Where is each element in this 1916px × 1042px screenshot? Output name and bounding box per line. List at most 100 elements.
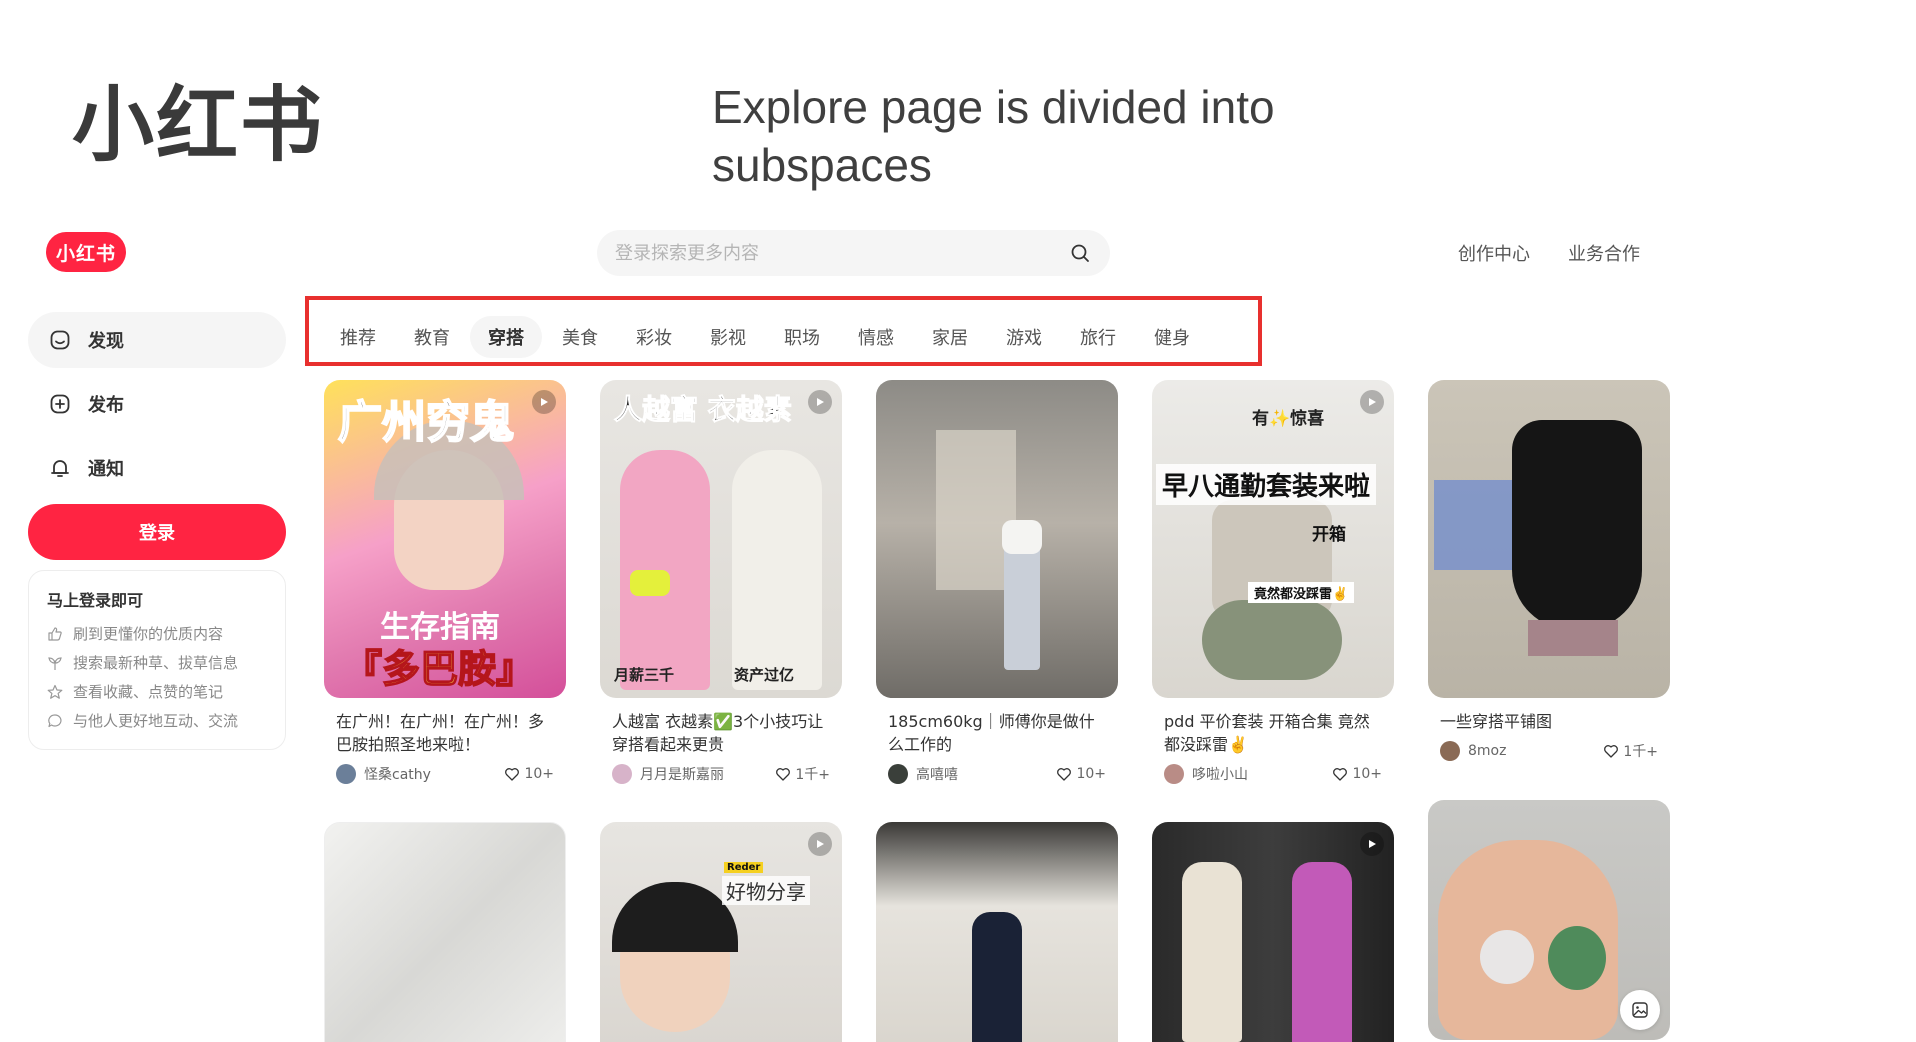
- note-footer: 8moz 1千+: [1428, 741, 1670, 761]
- heart-icon: [1057, 768, 1072, 781]
- sidebar: 发现 发布 通知 登录 马上登录即可 刷到更懂你的优质内容 搜索最新种草、拔草信…: [28, 312, 286, 750]
- note-card[interactable]: 一些穿搭平铺图 8moz 1千+: [1428, 380, 1670, 761]
- tab-home[interactable]: 家居: [914, 316, 986, 358]
- tab-education[interactable]: 教育: [396, 316, 468, 358]
- tab-food[interactable]: 美食: [544, 316, 616, 358]
- author-name: 高嘻嘻: [916, 767, 958, 783]
- note-cover-image[interactable]: [324, 822, 566, 1042]
- login-benefits-card: 马上登录即可 刷到更懂你的优质内容 搜索最新种草、拔草信息 查看收藏、点赞的笔记…: [28, 570, 286, 750]
- tab-travel[interactable]: 旅行: [1062, 316, 1134, 358]
- avatar: [336, 764, 356, 784]
- black-dress-shape: [1512, 420, 1642, 630]
- login-button[interactable]: 登录: [28, 504, 286, 560]
- note-card[interactable]: [1428, 800, 1670, 1040]
- sidebar-item-notification[interactable]: 通知: [28, 440, 286, 496]
- person-figure: [1182, 862, 1242, 1042]
- business-cooperation-link[interactable]: 业务合作: [1568, 240, 1640, 266]
- note-cover-image[interactable]: Reder 好物分享: [600, 822, 842, 1042]
- note-card[interactable]: [1152, 822, 1394, 1042]
- heart-icon: [505, 768, 520, 781]
- author-info[interactable]: 8moz: [1440, 741, 1506, 761]
- author-name: 怪桑cathy: [364, 767, 431, 783]
- note-title[interactable]: 一些穿搭平铺图: [1428, 710, 1670, 733]
- tab-recommend[interactable]: 推荐: [322, 316, 394, 358]
- tab-makeup[interactable]: 彩妆: [618, 316, 690, 358]
- note-title[interactable]: 在广州！在广州！在广州！多巴胺拍照圣地来啦！: [324, 710, 566, 756]
- author-info[interactable]: 怪桑cathy: [336, 764, 431, 784]
- note-footer: 怪桑cathy 10+: [324, 764, 566, 784]
- login-benefit-item: 查看收藏、点赞的笔记: [47, 677, 267, 706]
- cover-overlay-tag: Reder: [724, 862, 764, 873]
- tab-emotion[interactable]: 情感: [840, 316, 912, 358]
- tab-fitness[interactable]: 健身: [1136, 316, 1208, 358]
- note-card[interactable]: 有✨惊喜 早八通勤套装来啦 开箱 竟然都没踩雷✌️ pdd 平价套装 开箱合集 …: [1152, 380, 1394, 784]
- author-info[interactable]: 高嘻嘻: [888, 764, 958, 784]
- discover-icon: [50, 330, 70, 350]
- like-count: 1千+: [795, 767, 830, 783]
- person-figure: [1292, 862, 1352, 1042]
- tab-workplace[interactable]: 职场: [766, 316, 838, 358]
- search-bar: [597, 230, 1110, 276]
- note-cover-image[interactable]: [1428, 380, 1670, 698]
- heart-icon: [1333, 768, 1348, 781]
- like-button[interactable]: 10+: [504, 766, 554, 782]
- author-info[interactable]: 哆啦小山: [1164, 764, 1248, 784]
- note-title[interactable]: 185cm60kg｜师傅你是做什么工作的: [876, 710, 1118, 756]
- cover-overlay-text: 广州穷鬼: [337, 396, 515, 449]
- note-cover-image[interactable]: [876, 380, 1118, 698]
- sidebar-item-discover[interactable]: 发现: [28, 312, 286, 368]
- note-card[interactable]: [876, 822, 1118, 1042]
- note-cover-image[interactable]: [1428, 800, 1670, 1040]
- like-button[interactable]: 1千+: [775, 764, 830, 784]
- note-card[interactable]: [324, 822, 566, 1042]
- note-cover-image[interactable]: 有✨惊喜 早八通勤套装来啦 开箱 竟然都没踩雷✌️: [1152, 380, 1394, 698]
- note-card[interactable]: 185cm60kg｜师傅你是做什么工作的 高嘻嘻 10+: [876, 380, 1118, 784]
- note-cover-image[interactable]: 广州穷鬼 生存指南 『多巴胺』: [324, 380, 566, 698]
- avatar: [612, 764, 632, 784]
- note-cover-image[interactable]: [1152, 822, 1394, 1042]
- note-title[interactable]: pdd 平价套装 开箱合集 竟然都没踩雷✌️: [1152, 710, 1394, 756]
- play-icon: [1360, 832, 1384, 856]
- cover-overlay-text: 开箱: [1312, 525, 1346, 545]
- tab-outfit[interactable]: 穿搭: [470, 316, 542, 358]
- cover-overlay-text: 月薪三千: [614, 666, 675, 684]
- note-card[interactable]: 人越富 衣越素 月薪三千 资产过亿 人越富 衣越素✅3个小技巧让穿搭看起来更贵 …: [600, 380, 842, 784]
- like-count: 10+: [1352, 766, 1382, 782]
- xiaohongshu-logo[interactable]: 小红书: [46, 232, 126, 272]
- author-name: 8moz: [1468, 743, 1507, 759]
- login-benefit-item: 刷到更懂你的优质内容: [47, 619, 267, 648]
- sidebar-item-label: 发现: [88, 331, 124, 352]
- author-name: 哆啦小山: [1192, 767, 1248, 783]
- search-icon[interactable]: [1068, 241, 1092, 265]
- like-button[interactable]: 1千+: [1603, 741, 1658, 761]
- sprout-icon: [48, 656, 62, 670]
- cover-overlay-text: 竟然都没踩雷✌️: [1248, 582, 1355, 603]
- plus-square-icon: [50, 394, 70, 414]
- avatar: [1164, 764, 1184, 784]
- tab-film[interactable]: 影视: [692, 316, 764, 358]
- note-title[interactable]: 人越富 衣越素✅3个小技巧让穿搭看起来更贵: [600, 710, 842, 756]
- tote-bag-shape: [1434, 480, 1520, 570]
- person-figure: [972, 912, 1022, 1042]
- like-button[interactable]: 10+: [1056, 766, 1106, 782]
- author-info[interactable]: 月月是斯嘉丽: [612, 764, 724, 784]
- cover-overlay-text: 有✨惊喜: [1252, 409, 1325, 429]
- like-button[interactable]: 10+: [1332, 766, 1382, 782]
- search-input[interactable]: [615, 242, 1068, 264]
- slide-caption: Explore page is divided into subspaces: [712, 81, 1275, 191]
- hair-shape: [612, 882, 738, 952]
- note-cover-image[interactable]: 人越富 衣越素 月薪三千 资产过亿: [600, 380, 842, 698]
- thumb-up-icon: [48, 626, 62, 641]
- image-gallery-icon: [1620, 990, 1660, 1030]
- tab-games[interactable]: 游戏: [988, 316, 1060, 358]
- creator-center-link[interactable]: 创作中心: [1458, 240, 1530, 266]
- note-card[interactable]: Reder 好物分享: [600, 822, 842, 1042]
- note-card[interactable]: 广州穷鬼 生存指南 『多巴胺』 在广州！在广州！在广州！多巴胺拍照圣地来啦！ 怪…: [324, 380, 566, 784]
- person-figure: [732, 450, 822, 690]
- person-shirt: [1002, 520, 1042, 554]
- cover-overlay-text: 资产过亿: [734, 666, 795, 684]
- note-cover-image[interactable]: [876, 822, 1118, 1042]
- heart-icon: [1604, 745, 1619, 758]
- avatar: [888, 764, 908, 784]
- sidebar-item-publish[interactable]: 发布: [28, 376, 286, 432]
